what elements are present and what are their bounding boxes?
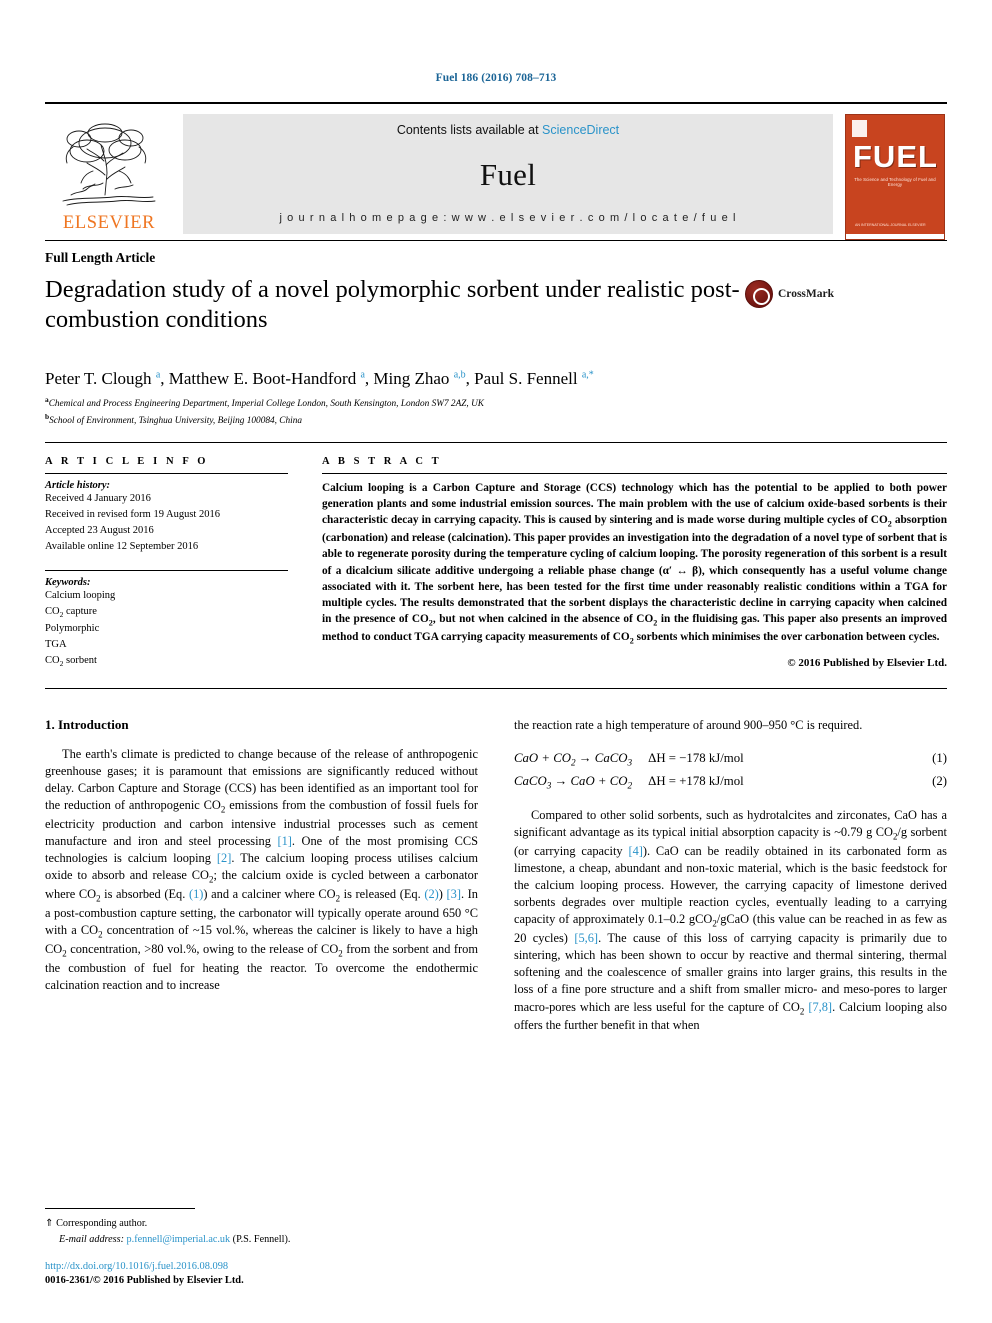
elsevier-tree-icon <box>62 123 156 205</box>
author-list: Peter T. Clough a, Matthew E. Boot-Handf… <box>45 369 594 389</box>
keywords-label: Keywords: <box>45 576 91 588</box>
cover-bottom-bar <box>846 234 944 239</box>
doi-block: http://dx.doi.org/10.1016/j.fuel.2016.08… <box>45 1260 463 1289</box>
elsevier-logo: ELSEVIER <box>45 114 173 234</box>
article-info-heading: A R T I C L E I N F O <box>45 455 209 467</box>
abstract-heading: A B S T R A C T <box>322 455 442 467</box>
keywords-rule <box>45 569 288 571</box>
equation-enthalpy: ΔH = −178 kJ/mol <box>648 751 744 766</box>
article-info-column: A R T I C L E I N F O Article history: R… <box>45 456 288 670</box>
cover-footer: AN INTERNATIONAL JOURNAL ELSEVIER <box>855 222 926 227</box>
affiliation-text-a: Chemical and Process Engineering Departm… <box>48 399 484 410</box>
abstract-bottom-rule <box>45 688 947 690</box>
masthead-bottom-rule <box>45 240 947 241</box>
history-item: Received 4 January 2016 <box>45 492 151 504</box>
title-row: Degradation study of a novel polymorphic… <box>45 266 947 351</box>
article-type: Full Length Article <box>45 250 156 265</box>
info-top-rule <box>45 441 947 443</box>
elsevier-wordmark: ELSEVIER <box>62 212 156 233</box>
section-heading-introduction: 1. Introduction <box>45 717 129 733</box>
affiliations: aChemical and Process Engineering Depart… <box>45 395 947 428</box>
article-history-label: Article history: <box>45 479 111 491</box>
abstract-copyright: © 2016 Published by Elsevier Ltd. <box>787 657 947 670</box>
keyword-item: Calcium looping <box>45 589 116 601</box>
corresponding-marker: ⇑ <box>45 1218 54 1230</box>
page-title: Degradation study of a novel polymorphic… <box>45 276 740 333</box>
right-lead-paragraph: the reaction rate a high temperature of … <box>514 718 863 733</box>
history-item: Received in revised form 19 August 2016 <box>45 508 220 520</box>
equation-formula: CaO + CO2 → CaCO3 <box>514 751 633 768</box>
body-columns: 1. Introduction The earth's climate is p… <box>45 717 947 1044</box>
email-note: E-mail address: p.fennell@imperial.ac.uk… <box>45 1232 463 1247</box>
doi-link[interactable]: http://dx.doi.org/10.1016/j.fuel.2016.08… <box>45 1260 463 1275</box>
footnote-block: ⇑ Corresponding author. E-mail address: … <box>45 1208 463 1289</box>
affiliation-b: bSchool of Environment, Tsinghua Univers… <box>45 412 947 429</box>
body-right-column: the reaction rate a high temperature of … <box>514 717 947 1044</box>
affiliation-text-b: School of Environment, Tsinghua Universi… <box>49 416 303 427</box>
footnote-rule <box>45 1208 195 1210</box>
equation-row: CaO + CO2 → CaCO3 ΔH = −178 kJ/mol (1) <box>514 748 947 770</box>
keyword-item: Polymorphic <box>45 622 100 634</box>
journal-cover-image: FUEL The Science and Technology of Fuel … <box>843 114 947 240</box>
journal-article-first-page: Fuel 186 (2016) 708–713 ELSEVIER Content… <box>0 0 992 1323</box>
intro-paragraph: The earth's climate is predicted to chan… <box>45 747 479 992</box>
keyword-item: CO2 sorbent <box>45 655 97 669</box>
history-item: Available online 12 September 2016 <box>45 541 199 553</box>
cover-elsevier-mark <box>852 120 867 137</box>
crossmark-icon <box>745 280 773 308</box>
email-link[interactable]: p.fennell@imperial.ac.uk <box>127 1234 231 1245</box>
journal-title: Fuel <box>479 157 537 192</box>
body-left-column: 1. Introduction The earth's climate is p… <box>45 717 478 1044</box>
equation-enthalpy: ΔH = +178 kJ/mol <box>648 773 744 788</box>
equation-block: CaO + CO2 → CaCO3 ΔH = −178 kJ/mol (1) C… <box>514 748 947 793</box>
email-label: E-mail address: <box>59 1233 124 1245</box>
journal-masthead: ELSEVIER Contents lists available at Sci… <box>45 102 947 240</box>
contents-prefix: Contents lists available at <box>396 123 543 137</box>
corresponding-text: Corresponding author. <box>56 1218 148 1230</box>
sciencedirect-link[interactable]: ScienceDirect <box>542 123 619 137</box>
keywords-block: Keywords: Calcium looping CO2 capture Po… <box>45 569 288 670</box>
issn-copyright: 0016-2361/© 2016 Published by Elsevier L… <box>45 1275 244 1287</box>
email-owner: (P.S. Fennell). <box>232 1233 291 1245</box>
cover-subtitle: The Science and Technology of Fuel and E… <box>854 177 936 187</box>
keyword-item: TGA <box>45 638 67 650</box>
article-info-rule <box>45 472 288 474</box>
equation-number: (2) <box>932 773 947 788</box>
crossmark-badge[interactable]: CrossMark <box>745 280 834 308</box>
equation-formula: CaCO3 → CaO + CO2 <box>514 773 633 791</box>
journal-banner: Contents lists available at ScienceDirec… <box>183 114 833 234</box>
crossmark-label: CrossMark <box>778 288 835 300</box>
equation-number: (1) <box>932 751 947 766</box>
info-abstract-section: A R T I C L E I N F O Article history: R… <box>45 456 947 670</box>
contents-line: Contents lists available at ScienceDirec… <box>397 123 619 137</box>
history-item: Accepted 23 August 2016 <box>45 525 154 537</box>
keyword-item: CO2 capture <box>45 605 97 619</box>
running-head: Fuel 186 (2016) 708–713 <box>435 72 557 84</box>
equation-row: CaCO3 → CaO + CO2 ΔH = +178 kJ/mol (2) <box>514 771 947 793</box>
right-body-paragraph: Compared to other solid sorbents, such a… <box>514 808 947 1033</box>
abstract-column: A B S T R A C T Calcium looping is a Car… <box>322 456 947 670</box>
journal-homepage[interactable]: j o u r n a l h o m e p a g e : w w w . … <box>279 212 736 224</box>
abstract-rule <box>322 472 947 474</box>
corresponding-author-note: ⇑ Corresponding author. <box>45 1216 463 1231</box>
abstract-text: Calcium looping is a Carbon Capture and … <box>322 481 947 646</box>
affiliation-a: aChemical and Process Engineering Depart… <box>45 395 947 412</box>
cover-title: FUEL <box>853 139 938 174</box>
